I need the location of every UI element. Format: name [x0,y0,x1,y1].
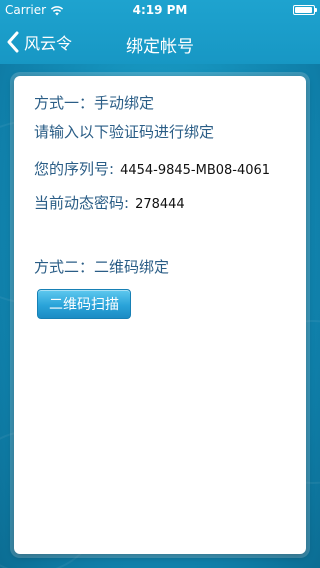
serial-number-value: 4454-9845-MB08-4061 [120,163,271,178]
dynamic-code-row: 当前动态密码: 278444 [34,192,185,213]
dynamic-code-value: 278444 [135,197,185,212]
serial-number-row: 您的序列号: 4454-9845-MB08-4061 [34,158,270,179]
serial-number-label: 您的序列号: [34,160,115,178]
battery-icon [293,5,317,15]
page-title: 绑定帐号 [126,37,194,57]
qr-scan-button[interactable]: 二维码扫描 [37,289,131,319]
method-two-title: 方式二：二维码绑定 [34,258,170,276]
status-time: 4:19 PM [132,3,188,17]
dynamic-code-label: 当前动态密码: [34,194,130,212]
binding-card: 方式一：手动绑定 请输入以下验证码进行绑定 您的序列号: 4454-9845-MB… [14,76,306,554]
method-one-instruction: 请输入以下验证码进行绑定 [34,123,215,141]
method-one-title: 方式一：手动绑定 [34,94,155,112]
status-bar: Carrier 4:19 PM [0,0,320,20]
bind-account-screen: Carrier 4:19 PM 风云令 绑定帐号 方式一：手动绑定 请输入以下验… [0,0,320,568]
header: Carrier 4:19 PM 风云令 绑定帐号 [0,0,320,64]
navigation-bar: 风云令 绑定帐号 [0,20,320,64]
